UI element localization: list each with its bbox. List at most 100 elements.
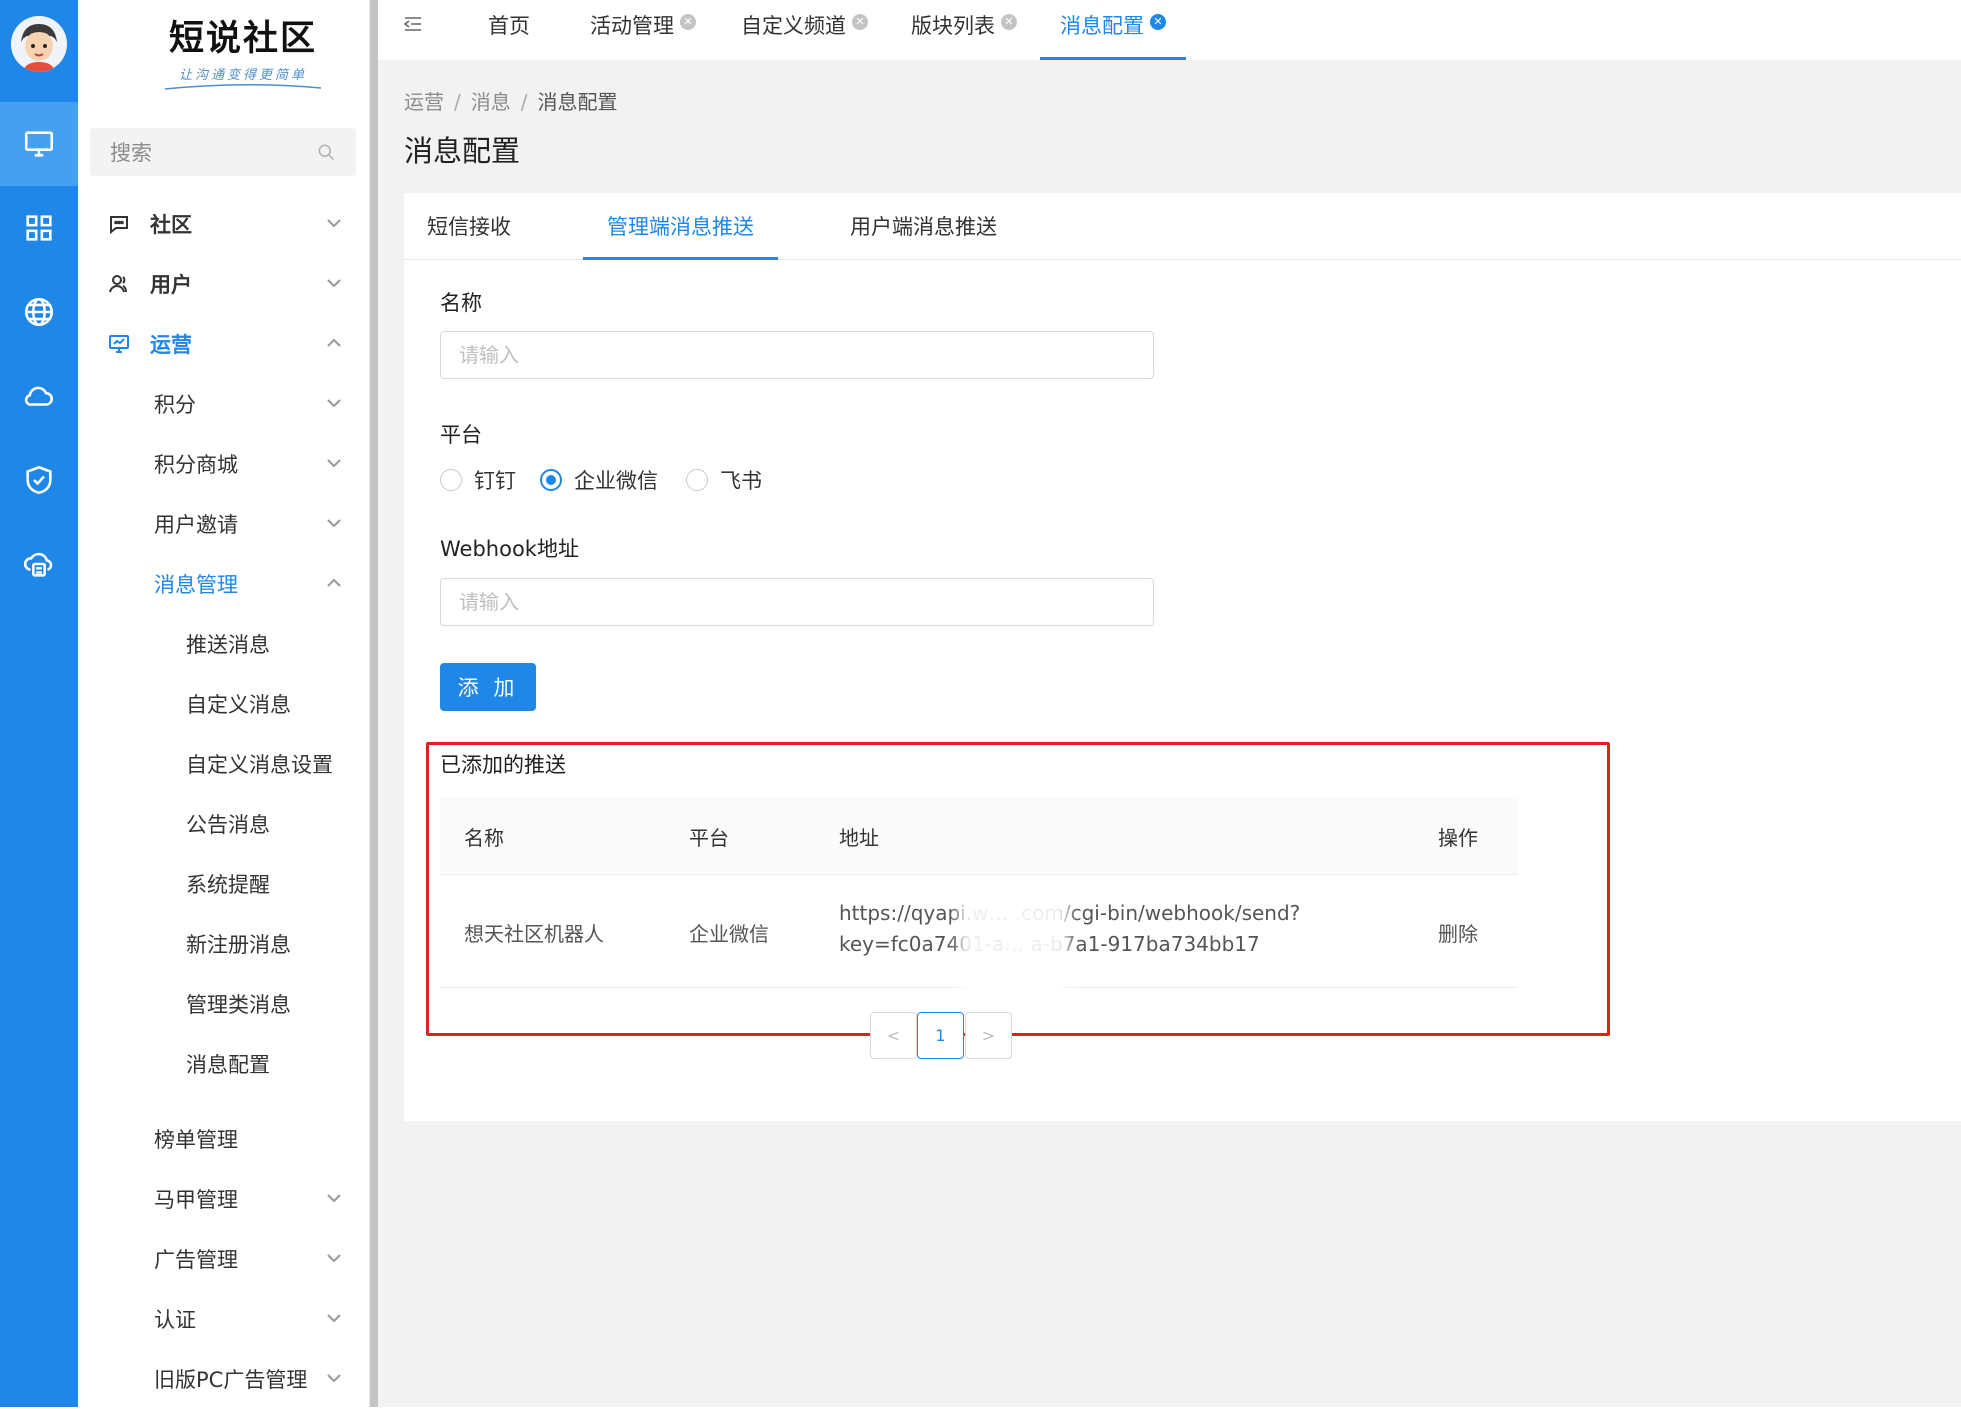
search-input[interactable]: 搜索 xyxy=(90,128,356,176)
logo: 短说社区 让沟通变得更简单 xyxy=(118,14,368,94)
sidebar-item-points-mall[interactable]: 积分商城 xyxy=(78,434,370,494)
cell-name: 想天社区机器人 xyxy=(464,922,604,946)
sidebar-item-push-message[interactable]: 推送消息 xyxy=(78,614,370,674)
sidebar-item-label: 运营 xyxy=(150,333,192,357)
platform-label: 平台 xyxy=(440,423,482,447)
chevron-up-icon xyxy=(327,578,341,587)
pagination-next[interactable]: > xyxy=(965,1012,1012,1059)
sidebar-item-ad-management[interactable]: 广告管理 xyxy=(78,1229,370,1289)
chevron-down-icon xyxy=(327,1254,341,1263)
config-card: 短信接收 管理端消息推送 用户端消息推送 名称 平台 钉钉 企业微信 飞书 We… xyxy=(404,193,1961,1121)
name-label: 名称 xyxy=(440,291,482,315)
tab-label: 版块列表 xyxy=(911,14,995,38)
shield-check-icon[interactable] xyxy=(0,438,78,522)
tab-board-list[interactable]: 版块列表 ✕ xyxy=(911,0,1017,60)
table-title: 已添加的推送 xyxy=(440,753,566,777)
radio-circle xyxy=(440,469,462,491)
delete-link[interactable]: 删除 xyxy=(1438,918,1478,947)
tab-activity-management[interactable]: 活动管理 ✕ xyxy=(590,0,696,60)
sidebar-item-system-reminder[interactable]: 系统提醒 xyxy=(78,854,370,914)
cloud-icon[interactable] xyxy=(0,354,78,438)
chevron-down-icon xyxy=(327,279,341,288)
close-icon[interactable]: ✕ xyxy=(680,14,696,30)
sidebar-item-label: 新注册消息 xyxy=(186,933,291,957)
pagination-page[interactable]: 1 xyxy=(917,1012,964,1059)
tab-sms-receive[interactable]: 短信接收 xyxy=(427,211,511,260)
sidebar-item-label: 公告消息 xyxy=(186,813,270,837)
address-line: key=fc0a7401-a… a-b7a1-917ba734bb17 xyxy=(839,932,1260,956)
tab-user-push[interactable]: 用户端消息推送 xyxy=(850,211,997,260)
webhook-input[interactable] xyxy=(440,578,1154,626)
page-title: 消息配置 xyxy=(404,134,521,168)
sidebar-item-announcement[interactable]: 公告消息 xyxy=(78,794,370,854)
address-line: https://qyapi.w… .com/cgi-bin/webhook/se… xyxy=(839,901,1301,925)
logo-subtitle: 让沟通变得更简单 xyxy=(178,68,307,83)
tab-admin-push[interactable]: 管理端消息推送 xyxy=(583,211,778,260)
breadcrumb-current: 消息配置 xyxy=(537,90,618,114)
user-avatar[interactable] xyxy=(11,16,67,72)
sidebar-item-custom-message[interactable]: 自定义消息 xyxy=(78,674,370,734)
collapse-menu-icon[interactable] xyxy=(403,14,423,34)
breadcrumb-item[interactable]: 消息 xyxy=(471,90,511,114)
main-content: 首页 活动管理 ✕ 自定义频道 ✕ 版块列表 ✕ 消息配置 ✕ 运营 / 消息 / 消息配置 消… xyxy=(378,0,1961,1407)
close-icon[interactable]: ✕ xyxy=(852,14,868,30)
chevron-down-icon xyxy=(327,1314,341,1323)
sidebar-item-label: 自定义消息 xyxy=(186,693,291,717)
tab-message-config[interactable]: 消息配置 ✕ xyxy=(1040,0,1186,60)
sidebar-item-label: 旧版PC广告管理 xyxy=(154,1368,308,1392)
sidebar: 短说社区 让沟通变得更简单 搜索 社区 用户 运营 积分 积分商城 用户邀请 消… xyxy=(78,0,370,1407)
cell-platform: 企业微信 xyxy=(689,922,769,946)
close-icon[interactable]: ✕ xyxy=(1001,14,1017,30)
tab-bar: 首页 活动管理 ✕ 自定义频道 ✕ 版块列表 ✕ 消息配置 ✕ xyxy=(378,0,1961,60)
chevron-up-icon xyxy=(327,338,341,347)
breadcrumb-item[interactable]: 运营 xyxy=(404,90,444,114)
sidebar-item-message-management[interactable]: 消息管理 xyxy=(78,554,370,614)
close-icon[interactable]: ✕ xyxy=(1150,14,1166,30)
sidebar-item-points[interactable]: 积分 xyxy=(78,374,370,434)
pagination-prev[interactable]: < xyxy=(870,1012,917,1059)
radio-wecom[interactable]: 企业微信 xyxy=(540,465,658,495)
chevron-down-icon xyxy=(327,399,341,408)
chevron-down-icon xyxy=(327,459,341,468)
monitor-chart-icon xyxy=(109,335,129,353)
sidebar-item-message-config[interactable]: 消息配置 xyxy=(78,1034,370,1094)
sidebar-item-certification[interactable]: 认证 xyxy=(78,1289,370,1349)
globe-icon[interactable] xyxy=(0,270,78,354)
sidebar-item-legacy-pc-ads[interactable]: 旧版PC广告管理 xyxy=(78,1349,370,1409)
logo-title: 短说社区 xyxy=(168,18,317,59)
cloud-server-icon[interactable] xyxy=(0,522,78,606)
tab-label: 消息配置 xyxy=(1060,14,1144,38)
sidebar-item-label: 马甲管理 xyxy=(154,1188,238,1212)
name-input[interactable] xyxy=(440,331,1154,379)
tab-custom-channel[interactable]: 自定义频道 ✕ xyxy=(741,0,868,60)
sidebar-item-vest-management[interactable]: 马甲管理 xyxy=(78,1169,370,1229)
add-button[interactable]: 添 加 xyxy=(440,663,536,711)
sidebar-item-admin-message[interactable]: 管理类消息 xyxy=(78,974,370,1034)
search-placeholder: 搜索 xyxy=(110,141,152,165)
user-icon xyxy=(109,275,127,293)
sidebar-item-users[interactable]: 用户 xyxy=(78,254,370,314)
tab-label: 短信接收 xyxy=(427,215,511,239)
icon-rail xyxy=(0,0,78,1407)
sidebar-scrollbar[interactable] xyxy=(370,0,378,1407)
sidebar-item-rankings[interactable]: 榜单管理 xyxy=(78,1109,370,1169)
sidebar-item-operations[interactable]: 运营 xyxy=(78,314,370,374)
sidebar-item-new-register-message[interactable]: 新注册消息 xyxy=(78,914,370,974)
sidebar-item-label: 社区 xyxy=(150,213,192,237)
monitor-icon[interactable] xyxy=(0,102,78,186)
tab-label: 首页 xyxy=(488,14,530,38)
radio-label: 钉钉 xyxy=(474,469,516,493)
radio-dingtalk[interactable]: 钉钉 xyxy=(440,465,516,495)
sidebar-item-user-invite[interactable]: 用户邀请 xyxy=(78,494,370,554)
breadcrumb: 运营 / 消息 / 消息配置 xyxy=(404,90,618,114)
logo-swoosh xyxy=(164,83,322,90)
sidebar-item-label: 管理类消息 xyxy=(186,993,291,1017)
sidebar-item-custom-message-settings[interactable]: 自定义消息设置 xyxy=(78,734,370,794)
sidebar-item-label: 自定义消息设置 xyxy=(186,753,333,777)
radio-label: 企业微信 xyxy=(574,469,658,493)
sidebar-item-label: 认证 xyxy=(154,1308,196,1332)
radio-feishu[interactable]: 飞书 xyxy=(686,465,762,495)
tab-home[interactable]: 首页 xyxy=(488,0,530,60)
grid-icon[interactable] xyxy=(0,186,78,270)
sidebar-item-community[interactable]: 社区 xyxy=(78,194,370,254)
